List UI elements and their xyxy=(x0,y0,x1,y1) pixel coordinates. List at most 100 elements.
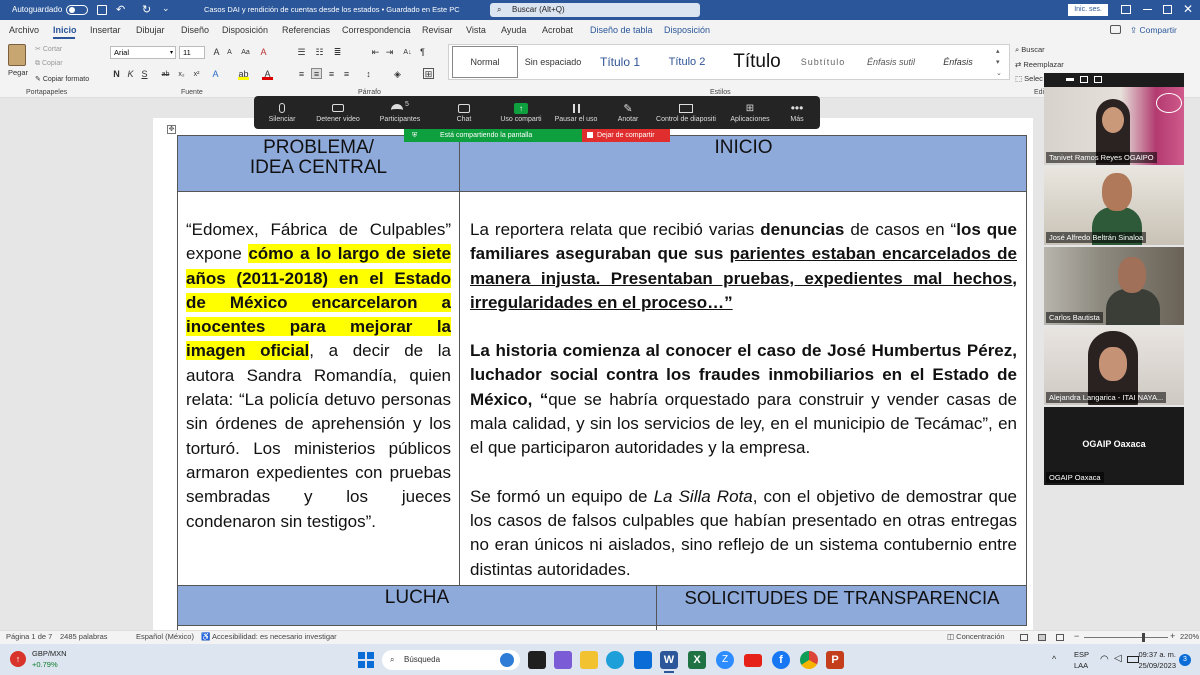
tab-dibujar[interactable]: Dibujar xyxy=(136,25,165,35)
search-box[interactable]: ⌕ Buscar (Alt+Q) xyxy=(490,3,700,17)
input-lang-1[interactable]: ESP xyxy=(1074,650,1089,659)
highlight-icon[interactable]: ab xyxy=(238,69,249,80)
tab-diseno-tabla[interactable]: Diseño de tabla xyxy=(590,25,653,35)
teams-icon[interactable] xyxy=(554,651,572,669)
redo-icon[interactable]: ↻ xyxy=(142,3,151,16)
status-language[interactable]: Español (México) xyxy=(136,632,194,641)
print-layout-icon[interactable] xyxy=(1038,634,1046,641)
sort-icon[interactable]: A↓ xyxy=(402,47,413,58)
bold-icon[interactable]: N xyxy=(111,69,122,80)
zoom-video-button[interactable]: Detener video xyxy=(308,100,368,123)
zoom-annotate-button[interactable]: ✎ Anotar xyxy=(598,100,658,124)
style-sin-espaciado[interactable]: Sin espaciado xyxy=(522,46,584,78)
file-explorer-icon[interactable] xyxy=(580,651,598,669)
signin-button[interactable]: Inic. ses. xyxy=(1068,4,1108,16)
tab-archivo[interactable]: Archivo xyxy=(9,25,39,35)
tab-revisar[interactable]: Revisar xyxy=(422,25,453,35)
read-mode-icon[interactable] xyxy=(1020,634,1028,641)
tab-vista[interactable]: Vista xyxy=(466,25,486,35)
font-size-select[interactable]: 11 xyxy=(179,46,205,59)
tab-referencias[interactable]: Referencias xyxy=(282,25,330,35)
facebook-icon[interactable]: f xyxy=(772,651,790,669)
change-case-icon[interactable]: Aa xyxy=(240,47,251,58)
style-subtitulo[interactable]: Subtítulo xyxy=(796,46,850,78)
edge-icon[interactable] xyxy=(606,651,624,669)
style-enfasis-sutil[interactable]: Énfasis sutil xyxy=(858,46,924,78)
task-view-icon[interactable] xyxy=(528,651,546,669)
strikethrough-icon[interactable]: ab xyxy=(160,69,171,80)
start-button-icon[interactable] xyxy=(358,652,374,668)
shrink-font-icon[interactable]: A xyxy=(224,47,235,58)
superscript-icon[interactable]: x² xyxy=(191,69,202,80)
underline-icon[interactable]: S xyxy=(139,69,150,80)
tab-ayuda[interactable]: Ayuda xyxy=(501,25,526,35)
web-layout-icon[interactable] xyxy=(1056,634,1064,641)
zoom-mute-button[interactable]: Silenciar xyxy=(252,100,312,123)
font-color-icon[interactable]: A xyxy=(262,69,273,80)
select-button[interactable]: ⬚ Selec xyxy=(1015,74,1043,83)
video-tile-1[interactable]: Tanivet Ramos Reyes OGAIPO xyxy=(1044,87,1184,165)
style-enfasis[interactable]: Énfasis xyxy=(932,46,984,78)
undo-icon[interactable]: ↶ xyxy=(116,3,125,16)
align-left-icon[interactable]: ≡ xyxy=(296,69,307,80)
table-move-handle[interactable]: ✥ xyxy=(167,125,176,134)
comment-icon[interactable] xyxy=(1110,25,1121,34)
save-icon[interactable] xyxy=(97,5,107,15)
tab-correspondencia[interactable]: Correspondencia xyxy=(342,25,411,35)
video-panel-layout-icon[interactable] xyxy=(1094,76,1102,83)
document-title[interactable]: Casos DAI y rendición de cuentas desde l… xyxy=(204,0,460,20)
cut-button[interactable]: ✂ Cortar xyxy=(35,45,62,53)
notification-badge[interactable]: 3 xyxy=(1179,654,1191,666)
format-painter-button[interactable]: ✎ Copiar formato xyxy=(35,75,89,83)
zoom-more-button[interactable]: ••• Más xyxy=(767,100,827,123)
replace-button[interactable]: ⇄ Reemplazar xyxy=(1015,60,1064,69)
video-panel-view-icon[interactable] xyxy=(1080,76,1088,83)
status-words[interactable]: 2485 palabras xyxy=(60,632,108,641)
video-tile-2[interactable]: José Alfredo Beltrán Sinaloa xyxy=(1044,167,1184,245)
zoom-in-icon[interactable]: + xyxy=(1170,631,1175,641)
style-titulo-1[interactable]: Título 1 xyxy=(590,46,650,78)
word-icon[interactable]: W xyxy=(660,651,678,669)
bing-icon[interactable] xyxy=(500,653,514,667)
copy-button[interactable]: ⧉ Copiar xyxy=(35,60,63,68)
find-button[interactable]: ⌕ Buscar xyxy=(1015,45,1045,55)
styles-scroll-icon[interactable]: ▴ ▾ ⌄ xyxy=(996,46,1002,79)
style-titulo[interactable]: Título xyxy=(724,46,790,78)
zoom-share-button[interactable]: ↑ Uso comparti xyxy=(491,100,551,123)
paste-label[interactable]: Pegar xyxy=(8,68,28,77)
share-button[interactable]: ⇪ Compartir xyxy=(1130,23,1194,37)
video-tile-3[interactable]: Carlos Bautista xyxy=(1044,247,1184,325)
bullets-icon[interactable]: ☰ xyxy=(296,47,307,58)
shading-icon[interactable]: ◈ xyxy=(392,69,403,80)
tab-diseno[interactable]: Diseño xyxy=(181,25,209,35)
style-titulo-2[interactable]: Título 2 xyxy=(658,46,716,78)
close-icon[interactable]: ✕ xyxy=(1183,2,1193,16)
justify-icon[interactable]: ≡ xyxy=(341,69,352,80)
zoom-percent[interactable]: 220% xyxy=(1180,632,1199,641)
clear-format-icon[interactable]: A xyxy=(258,47,269,58)
italic-icon[interactable]: K xyxy=(125,69,136,80)
ribbon-display-icon[interactable] xyxy=(1121,5,1131,14)
stop-sharing-button[interactable]: Dejar de compartir xyxy=(582,129,670,142)
tab-insertar[interactable]: Insertar xyxy=(90,25,121,35)
tab-acrobat[interactable]: Acrobat xyxy=(542,25,573,35)
zoom-slider[interactable] xyxy=(1084,633,1168,642)
zoom-slide-control-button[interactable]: Control de diapositi xyxy=(656,100,716,123)
zoom-icon[interactable]: Z xyxy=(716,651,734,669)
powerpoint-icon[interactable]: P xyxy=(826,651,844,669)
tab-disposicion-tabla[interactable]: Disposición xyxy=(664,25,710,35)
video-tile-5[interactable]: OGAIP Oaxaca OGAIP Oaxaca xyxy=(1044,407,1184,485)
youtube-icon[interactable] xyxy=(744,654,762,667)
paste-icon[interactable] xyxy=(8,44,26,66)
tab-disposicion[interactable]: Disposición xyxy=(222,25,268,35)
show-marks-icon[interactable]: ¶ xyxy=(417,47,428,58)
status-accessibility[interactable]: ♿ Accesibilidad: es necesario investigar xyxy=(201,632,337,641)
increase-indent-icon[interactable]: ⇥ xyxy=(384,47,395,58)
grow-font-icon[interactable]: A xyxy=(211,47,222,58)
multilevel-list-icon[interactable]: ≣ xyxy=(332,47,343,58)
clock-date[interactable]: 25/09/2023 xyxy=(1136,661,1176,670)
zoom-pause-button[interactable]: Pausar el uso xyxy=(546,100,606,123)
qat-more-icon[interactable]: ⌄ xyxy=(162,3,170,14)
style-normal[interactable]: Normal xyxy=(452,46,518,78)
zoom-chat-button[interactable]: Chat xyxy=(434,100,494,123)
